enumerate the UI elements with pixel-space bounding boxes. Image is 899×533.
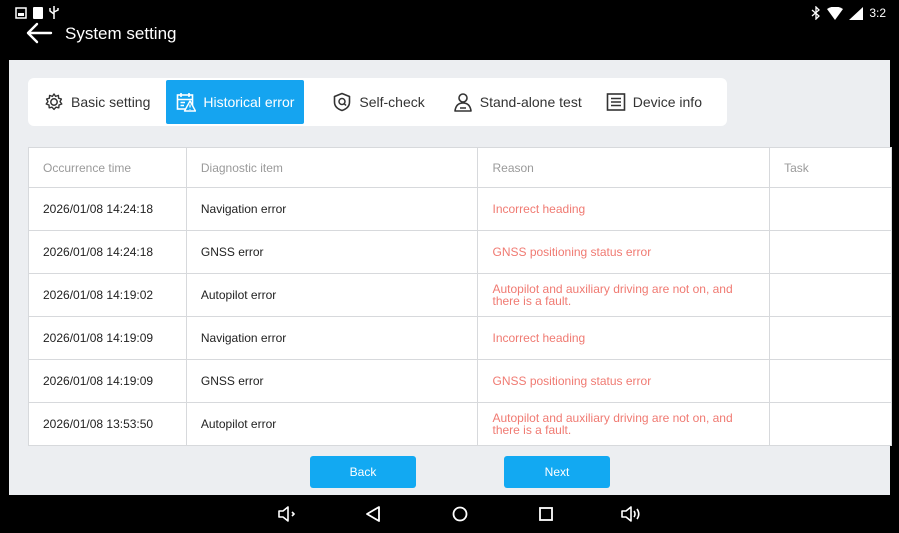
cell-task [769, 359, 892, 403]
back-arrow-icon[interactable] [25, 22, 53, 44]
usb-icon [49, 6, 59, 19]
tab-label: Self-check [359, 94, 425, 110]
table-row[interactable]: 2026/01/08 14:19:02 Autopilot error Auto… [28, 273, 892, 317]
table-row[interactable]: 2026/01/08 13:53:50 Autopilot error Auto… [28, 402, 892, 446]
column-header-time: Occurrence time [28, 147, 187, 188]
table-row[interactable]: 2026/01/08 14:19:09 Navigation error Inc… [28, 316, 892, 360]
nav-back-icon[interactable] [363, 504, 385, 524]
user-test-icon [453, 93, 472, 112]
column-header-reason: Reason [477, 147, 771, 188]
cell-time: 2026/01/08 14:24:18 [28, 187, 187, 231]
title-bar: System setting 3:2 [9, 0, 890, 60]
shield-check-icon [334, 92, 351, 112]
cell-reason: Autopilot and auxiliary driving are not … [477, 273, 771, 317]
next-button[interactable]: Next [504, 456, 610, 488]
cell-item: Navigation error [185, 187, 479, 231]
cell-time: 2026/01/08 14:19:02 [28, 273, 187, 317]
volume-down-icon[interactable] [277, 504, 299, 524]
wifi-icon [827, 6, 844, 20]
cell-time: 2026/01/08 13:53:50 [28, 402, 187, 446]
cell-reason: Autopilot and auxiliary driving are not … [477, 402, 771, 446]
error-table: Occurrence time Diagnostic item Reason T… [28, 147, 892, 446]
tab-label: Basic setting [71, 94, 151, 110]
tab-historical-error[interactable]: Historical error [166, 80, 305, 124]
cell-time: 2026/01/08 14:19:09 [28, 359, 187, 403]
column-header-task: Task [769, 147, 892, 188]
status-bar-left [15, 6, 59, 20]
sim-notification-icon [33, 7, 43, 19]
tab-label: Historical error [203, 94, 295, 110]
column-header-item: Diagnostic item [185, 147, 479, 188]
bluetooth-icon [811, 6, 821, 20]
tab-label: Device info [632, 94, 702, 110]
table-header-row: Occurrence time Diagnostic item Reason T… [28, 147, 892, 188]
tab-device-info[interactable]: Device info [596, 80, 712, 124]
nav-recents-icon[interactable] [535, 504, 557, 524]
status-bar-right: 3:2 [811, 6, 886, 20]
tab-label: Stand-alone test [479, 94, 582, 110]
cell-reason: GNSS positioning status error [477, 359, 771, 403]
signal-icon [849, 6, 864, 20]
cell-reason: Incorrect heading [477, 187, 771, 231]
tab-self-check[interactable]: Self-check [322, 80, 434, 124]
cell-item: Autopilot error [185, 402, 479, 446]
cell-task [769, 316, 892, 360]
content-area: Basic setting Historical error Self-chec… [9, 60, 892, 495]
table-row[interactable]: 2026/01/08 14:19:09 GNSS error GNSS posi… [28, 359, 892, 403]
tab-stand-alone-test[interactable]: Stand-alone test [443, 80, 592, 124]
cell-item: GNSS error [185, 230, 479, 274]
clock: 3:2 [869, 6, 886, 20]
frame-left [0, 0, 9, 533]
cell-task [769, 187, 892, 231]
cell-task [769, 402, 892, 446]
page-title: System setting [65, 24, 177, 43]
gallery-notification-icon [15, 7, 27, 19]
nav-home-icon[interactable] [449, 504, 471, 524]
cell-item: Autopilot error [185, 273, 479, 317]
cell-task [769, 273, 892, 317]
tab-basic-setting[interactable]: Basic setting [34, 80, 160, 124]
system-nav-bar [9, 495, 890, 533]
table-row[interactable]: 2026/01/08 14:24:18 GNSS error GNSS posi… [28, 230, 892, 274]
cell-time: 2026/01/08 14:19:09 [28, 316, 187, 360]
cell-item: Navigation error [185, 316, 479, 360]
volume-up-icon[interactable] [621, 504, 643, 524]
tab-bar: Basic setting Historical error Self-chec… [28, 78, 727, 126]
back-button[interactable]: Back [310, 456, 416, 488]
cell-item: GNSS error [185, 359, 479, 403]
device-info-icon [606, 93, 626, 111]
calendar-warning-icon [177, 93, 197, 112]
cell-reason: Incorrect heading [477, 316, 771, 360]
table-row[interactable]: 2026/01/08 14:24:18 Navigation error Inc… [28, 187, 892, 231]
cell-task [769, 230, 892, 274]
cell-time: 2026/01/08 14:24:18 [28, 230, 187, 274]
gear-icon [45, 93, 63, 111]
cell-reason: GNSS positioning status error [477, 230, 771, 274]
